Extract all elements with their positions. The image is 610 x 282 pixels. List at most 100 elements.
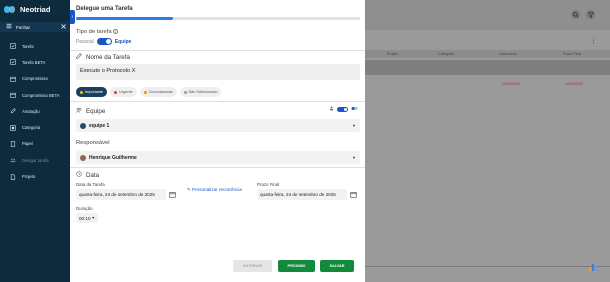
- sidebar-item-label: Tarefa: [22, 43, 34, 49]
- duracao-value: 00:10: [79, 215, 91, 221]
- sidebar-item-label: Compromisso: [22, 76, 48, 82]
- chip-label: Não Selecionado: [188, 90, 218, 94]
- category-icon: [10, 124, 16, 131]
- sidebar-item-anotacao[interactable]: Anotação: [0, 103, 70, 119]
- dot-icon: [183, 90, 187, 94]
- proximo-button[interactable]: PRÓXIMO: [278, 260, 315, 272]
- sidebar-item-compromisso[interactable]: Compromisso: [0, 71, 70, 87]
- delegate-icon: [10, 157, 16, 163]
- tipo-toggle-row: Pessoal Equipe: [76, 38, 131, 45]
- anterior-button[interactable]: ANTERIOR: [233, 260, 272, 272]
- sidebar-item-papel[interactable]: Papel: [0, 136, 70, 152]
- nome-section-header: Nome da Tarefa: [76, 53, 130, 61]
- chart-icon[interactable]: [588, 262, 598, 272]
- sidebar-item-tarefa-beta[interactable]: Tarefa BETA: [0, 54, 70, 70]
- sidebar-item-projeto[interactable]: Projeto: [0, 168, 70, 184]
- equipe-section-title: Equipe: [86, 107, 106, 115]
- sidebar: Neotriad Fechar Tarefa Tarefa BETA Compr…: [0, 0, 70, 282]
- pessoal-label: Pessoal: [76, 38, 94, 45]
- chip-label: Circunstancial: [148, 90, 173, 94]
- sidebar-item-delegar-tarefa[interactable]: Delegar tarefa: [0, 152, 70, 168]
- tipo-toggle[interactable]: [96, 38, 112, 45]
- sidebar-nav: Tarefa Tarefa BETA Compromisso Compromis…: [0, 38, 70, 185]
- progress-bar: [76, 17, 360, 20]
- panel-title: Delegue uma Tarefa: [76, 6, 133, 12]
- more-options-icon[interactable]: ⋮: [590, 37, 597, 45]
- data-section-header: Data: [76, 171, 99, 179]
- table-row[interactable]: [365, 60, 610, 75]
- sidebar-item-label: Anotação: [22, 108, 40, 114]
- responsavel-label: Responsável: [76, 140, 110, 146]
- divider: [70, 50, 365, 51]
- date-cell: 24/09/2025: [565, 82, 583, 86]
- toggle-icon[interactable]: [351, 106, 358, 113]
- column-header: Data inicial: [499, 52, 517, 56]
- chip-urgente[interactable]: Urgente: [110, 87, 137, 97]
- sidebar-close-button[interactable]: Fechar: [0, 22, 70, 32]
- brand[interactable]: Neotriad: [4, 4, 50, 14]
- sidebar-item-label: Compromisso BETA: [22, 92, 60, 98]
- sidebar-item-label: Delegar tarefa: [22, 157, 49, 163]
- filter-icon[interactable]: [586, 10, 595, 19]
- avatar: [80, 154, 86, 161]
- chip-circunstancial[interactable]: Circunstancial: [139, 87, 177, 97]
- equipe-select[interactable]: equipe 1 ▼: [76, 119, 360, 132]
- divider: [70, 167, 365, 168]
- search-icon[interactable]: [571, 10, 580, 19]
- calendar-icon[interactable]: [169, 191, 176, 198]
- date-cell: 24/09/2025: [502, 82, 520, 86]
- data-tarefa-input[interactable]: quarta-feira, 24 de setembro de 2025: [76, 189, 166, 200]
- project-icon: [10, 173, 16, 180]
- menu-icon: [6, 23, 12, 31]
- sidebar-item-categoria[interactable]: Categoria: [0, 119, 70, 135]
- task-name-input[interactable]: Execute o Protocolo X: [76, 64, 360, 80]
- priority-chips: Importante Urgente Circunstancial Não Se…: [76, 87, 222, 97]
- info-icon[interactable]: i: [113, 29, 119, 34]
- task-beta-icon: [10, 59, 16, 66]
- calendar-icon: [10, 76, 16, 82]
- note-icon: [10, 108, 16, 114]
- progress-fill: [76, 17, 173, 20]
- team-icon: [76, 107, 82, 115]
- chip-importante[interactable]: Importante: [76, 87, 108, 97]
- tipo-label-text: Tipo de tarefa: [76, 29, 112, 36]
- calendar-beta-icon: [10, 92, 16, 98]
- logo-icon: [4, 5, 16, 13]
- dot-icon: [80, 90, 83, 94]
- divider: [365, 266, 610, 267]
- edit-icon: [76, 53, 82, 61]
- prazo-final-input[interactable]: quarta-feira, 24 de setembro de 2025: [257, 189, 347, 200]
- chevron-down-icon: ▼: [91, 216, 95, 220]
- close-icon[interactable]: [61, 23, 66, 31]
- sidebar-item-label: Papel: [22, 141, 33, 147]
- edit-icon: ✎: [187, 187, 191, 192]
- equipe-value: equipe 1: [89, 122, 110, 129]
- responsavel-select[interactable]: Henrique Guilherme ▼: [76, 151, 360, 164]
- task-icon: [10, 43, 16, 49]
- personalizar-label: Personalizar recorrência: [192, 187, 242, 192]
- clock-icon: [76, 171, 82, 179]
- column-header: Prazo Final: [563, 52, 582, 56]
- salvar-button[interactable]: SALVAR: [320, 260, 354, 272]
- column-header: Projeto: [387, 52, 399, 56]
- chip-label: Importante: [85, 90, 104, 94]
- calendar-icon[interactable]: [350, 191, 357, 198]
- sidebar-item-tarefa[interactable]: Tarefa: [0, 38, 70, 54]
- chip-nao-selecionado[interactable]: Não Selecionado: [179, 87, 222, 97]
- prazo-label: Prazo Final: [257, 182, 280, 187]
- dot-icon: [114, 90, 118, 94]
- equipe-section-header: Equipe: [76, 107, 105, 115]
- equipe-toggle[interactable]: [337, 107, 348, 112]
- team-avatar: [80, 122, 86, 129]
- tipo-label: Tipo de tarefa i: [76, 29, 119, 36]
- collapse-panel-button[interactable]: ‹: [70, 10, 75, 24]
- divider: [70, 101, 365, 102]
- dot-icon: [143, 90, 147, 94]
- table-header: Projeto Categoria Data inicial Prazo Fin…: [365, 50, 610, 58]
- duracao-select[interactable]: 00:10 ▼: [76, 213, 98, 223]
- sidebar-item-compromisso-beta[interactable]: Compromisso BETA: [0, 87, 70, 103]
- role-icon: [10, 141, 16, 147]
- personalizar-recorrencia-link[interactable]: ✎ Personalizar recorrência: [187, 187, 242, 193]
- brand-name: Neotriad: [20, 4, 51, 14]
- close-label: Fechar: [16, 24, 31, 30]
